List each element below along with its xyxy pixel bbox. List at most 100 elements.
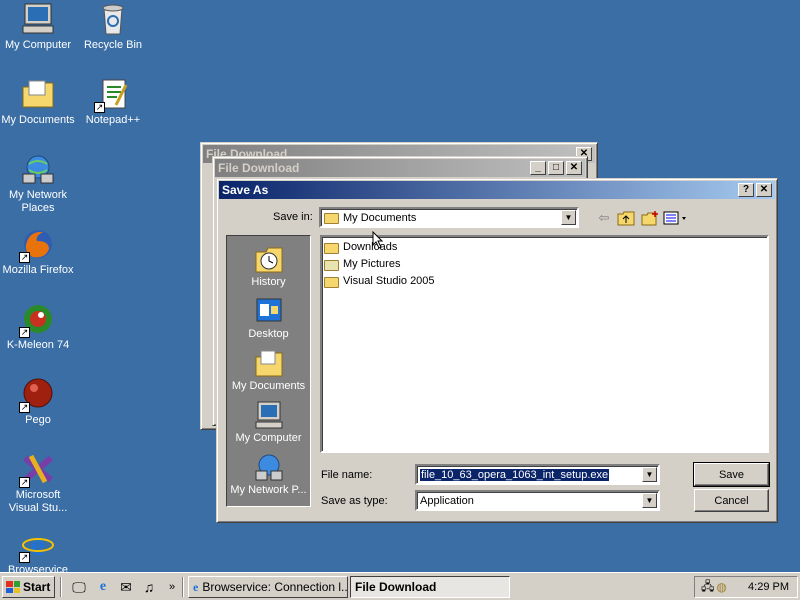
place-label: My Computer xyxy=(235,432,302,444)
media-icon[interactable]: ♫ xyxy=(140,578,158,596)
file-list-item[interactable]: Visual Studio 2005 xyxy=(324,273,435,289)
place-network[interactable]: My Network P... xyxy=(227,452,310,496)
mouse-cursor-icon xyxy=(372,231,384,249)
window-title: File Download xyxy=(218,161,300,175)
place-history[interactable]: History xyxy=(227,244,310,288)
maximize-icon[interactable]: □ xyxy=(548,161,564,175)
desktop-icon xyxy=(254,296,284,326)
documents-folder-icon xyxy=(21,77,55,111)
windows-logo-icon xyxy=(6,581,20,593)
firefox-icon: ↗ xyxy=(19,227,55,263)
window-titlebar[interactable]: File Download _ □ ✕ xyxy=(215,159,585,177)
folder-icon xyxy=(324,242,339,254)
start-button[interactable]: Start xyxy=(2,576,55,598)
pictures-folder-icon xyxy=(324,259,339,271)
save-in-value: My Documents xyxy=(343,211,417,224)
dialog-titlebar[interactable]: Save As ? ✕ xyxy=(219,181,775,199)
chevron-down-icon[interactable]: ▼ xyxy=(642,467,657,482)
close-icon[interactable]: ✕ xyxy=(756,183,772,197)
task-label: File Download xyxy=(355,580,437,594)
view-menu-icon[interactable] xyxy=(663,210,689,226)
start-label: Start xyxy=(23,580,51,594)
place-my-documents[interactable]: My Documents xyxy=(227,348,310,392)
close-icon[interactable]: ✕ xyxy=(566,161,582,175)
desktop-icon-label: Notepad++ xyxy=(85,114,141,126)
network-tray-icon[interactable]: 🖧 xyxy=(701,577,714,598)
file-name: My Pictures xyxy=(343,258,401,270)
place-label: My Network P... xyxy=(230,484,307,496)
recycle-bin-icon xyxy=(96,2,130,36)
desktop-icon-my-network-places[interactable]: My Network Places xyxy=(0,152,76,215)
minimize-icon[interactable]: _ xyxy=(530,161,546,175)
desktop-icon-mozilla-firefox[interactable]: ↗ Mozilla Firefox xyxy=(0,227,76,277)
file-name-value: file_10_63_opera_1063_int_setup.exe xyxy=(420,468,610,481)
chevron-down-icon[interactable]: ▼ xyxy=(642,493,657,508)
quicklaunch-chevron-icon[interactable]: » xyxy=(163,578,181,596)
history-icon xyxy=(254,244,284,274)
places-bar: History Desktop My Documents My Computer… xyxy=(226,235,311,507)
desktop-icon-label: K-Meleon 74 xyxy=(6,339,70,351)
clock[interactable]: 4:29 PM xyxy=(748,581,789,593)
file-name-label: File name: xyxy=(321,469,373,481)
save-button[interactable]: Save xyxy=(693,462,770,487)
ie-icon: e ↗ xyxy=(19,526,55,563)
save-in-dropdown[interactable]: My Documents ▼ xyxy=(319,207,579,228)
save-type-dropdown[interactable]: Application ▼ xyxy=(415,490,660,511)
taskbar: Start 🖵 e ✉ ♫ » e Browservice: Connectio… xyxy=(0,572,800,600)
show-desktop-icon[interactable]: 🖵 xyxy=(70,578,88,596)
file-list-item[interactable]: Downloads xyxy=(324,239,397,255)
desktop-icon-my-computer[interactable]: My Computer xyxy=(0,2,76,52)
cancel-button[interactable]: Cancel xyxy=(694,489,769,512)
place-desktop[interactable]: Desktop xyxy=(227,296,310,340)
visual-studio-icon: ↗ xyxy=(19,452,55,488)
taskbar-divider xyxy=(60,577,62,597)
pego-icon: ↗ xyxy=(19,377,55,413)
file-list-item[interactable]: My Pictures xyxy=(324,256,400,272)
back-arrow-icon[interactable]: ⇦ xyxy=(595,210,613,226)
chevron-down-icon[interactable]: ▼ xyxy=(561,210,576,225)
shortcut-arrow-icon: ↗ xyxy=(19,552,30,563)
desktop-icon-label: My Documents xyxy=(1,114,75,126)
kmeleon-icon: ↗ xyxy=(19,302,55,338)
shortcut-arrow-icon: ↗ xyxy=(94,102,105,113)
outlook-icon[interactable]: ✉ xyxy=(117,578,135,596)
up-folder-icon[interactable] xyxy=(617,210,635,226)
save-in-label: Save in: xyxy=(273,211,313,223)
desktop-icon-pego[interactable]: ↗ Pego xyxy=(0,377,76,427)
desktop-icon-label: Microsoft Visual Stu... xyxy=(8,489,68,514)
folder-icon xyxy=(324,276,339,288)
task-button-file-download[interactable]: File Download xyxy=(350,576,510,598)
desktop-icon-recycle-bin[interactable]: Recycle Bin xyxy=(75,2,151,52)
ie-quicklaunch-icon[interactable]: e xyxy=(94,578,112,596)
new-folder-icon[interactable] xyxy=(641,210,659,226)
shortcut-arrow-icon: ↗ xyxy=(19,252,30,263)
file-list[interactable]: Downloads My Pictures Visual Studio 2005 xyxy=(320,235,769,453)
desktop-icon-visual-studio[interactable]: ↗ Microsoft Visual Stu... xyxy=(0,452,76,515)
desktop-icon-label: Recycle Bin xyxy=(83,39,143,51)
desktop-icon-label: My Network Places xyxy=(8,189,68,214)
task-label: Browservice: Connection l... xyxy=(202,580,348,594)
file-name: Downloads xyxy=(343,241,398,253)
desktop-icon-my-documents[interactable]: My Documents xyxy=(0,77,76,127)
file-name-input[interactable]: file_10_63_opera_1063_int_setup.exe ▼ xyxy=(415,464,660,485)
place-label: Desktop xyxy=(248,328,289,340)
folder-icon xyxy=(324,213,339,224)
network-icon xyxy=(254,452,284,482)
desktop-icon-browservice[interactable]: e ↗ Browservice xyxy=(0,526,76,577)
task-button-browservice[interactable]: e Browservice: Connection l... xyxy=(188,576,348,598)
shortcut-arrow-icon: ↗ xyxy=(19,477,30,488)
desktop-icon-notepad-plus-plus[interactable]: ↗ Notepad++ xyxy=(75,77,151,127)
network-icon xyxy=(21,152,55,186)
place-my-computer[interactable]: My Computer xyxy=(227,400,310,444)
tray-app-icon[interactable]: ◍ xyxy=(716,580,726,594)
ie-icon: e xyxy=(193,579,199,594)
save-type-value: Application xyxy=(420,494,474,507)
documents-folder-icon xyxy=(254,348,284,378)
desktop-icon-k-meleon[interactable]: ↗ K-Meleon 74 xyxy=(0,302,76,352)
desktop-icon-label: My Computer xyxy=(4,39,72,51)
svg-text:e: e xyxy=(31,527,45,561)
computer-icon xyxy=(21,2,55,36)
help-icon[interactable]: ? xyxy=(738,183,754,197)
save-as-dialog[interactable]: Save As ? ✕ Save in: My Documents ▼ ⇦ Hi… xyxy=(216,178,778,523)
desktop-icon-label: Pego xyxy=(25,414,51,426)
